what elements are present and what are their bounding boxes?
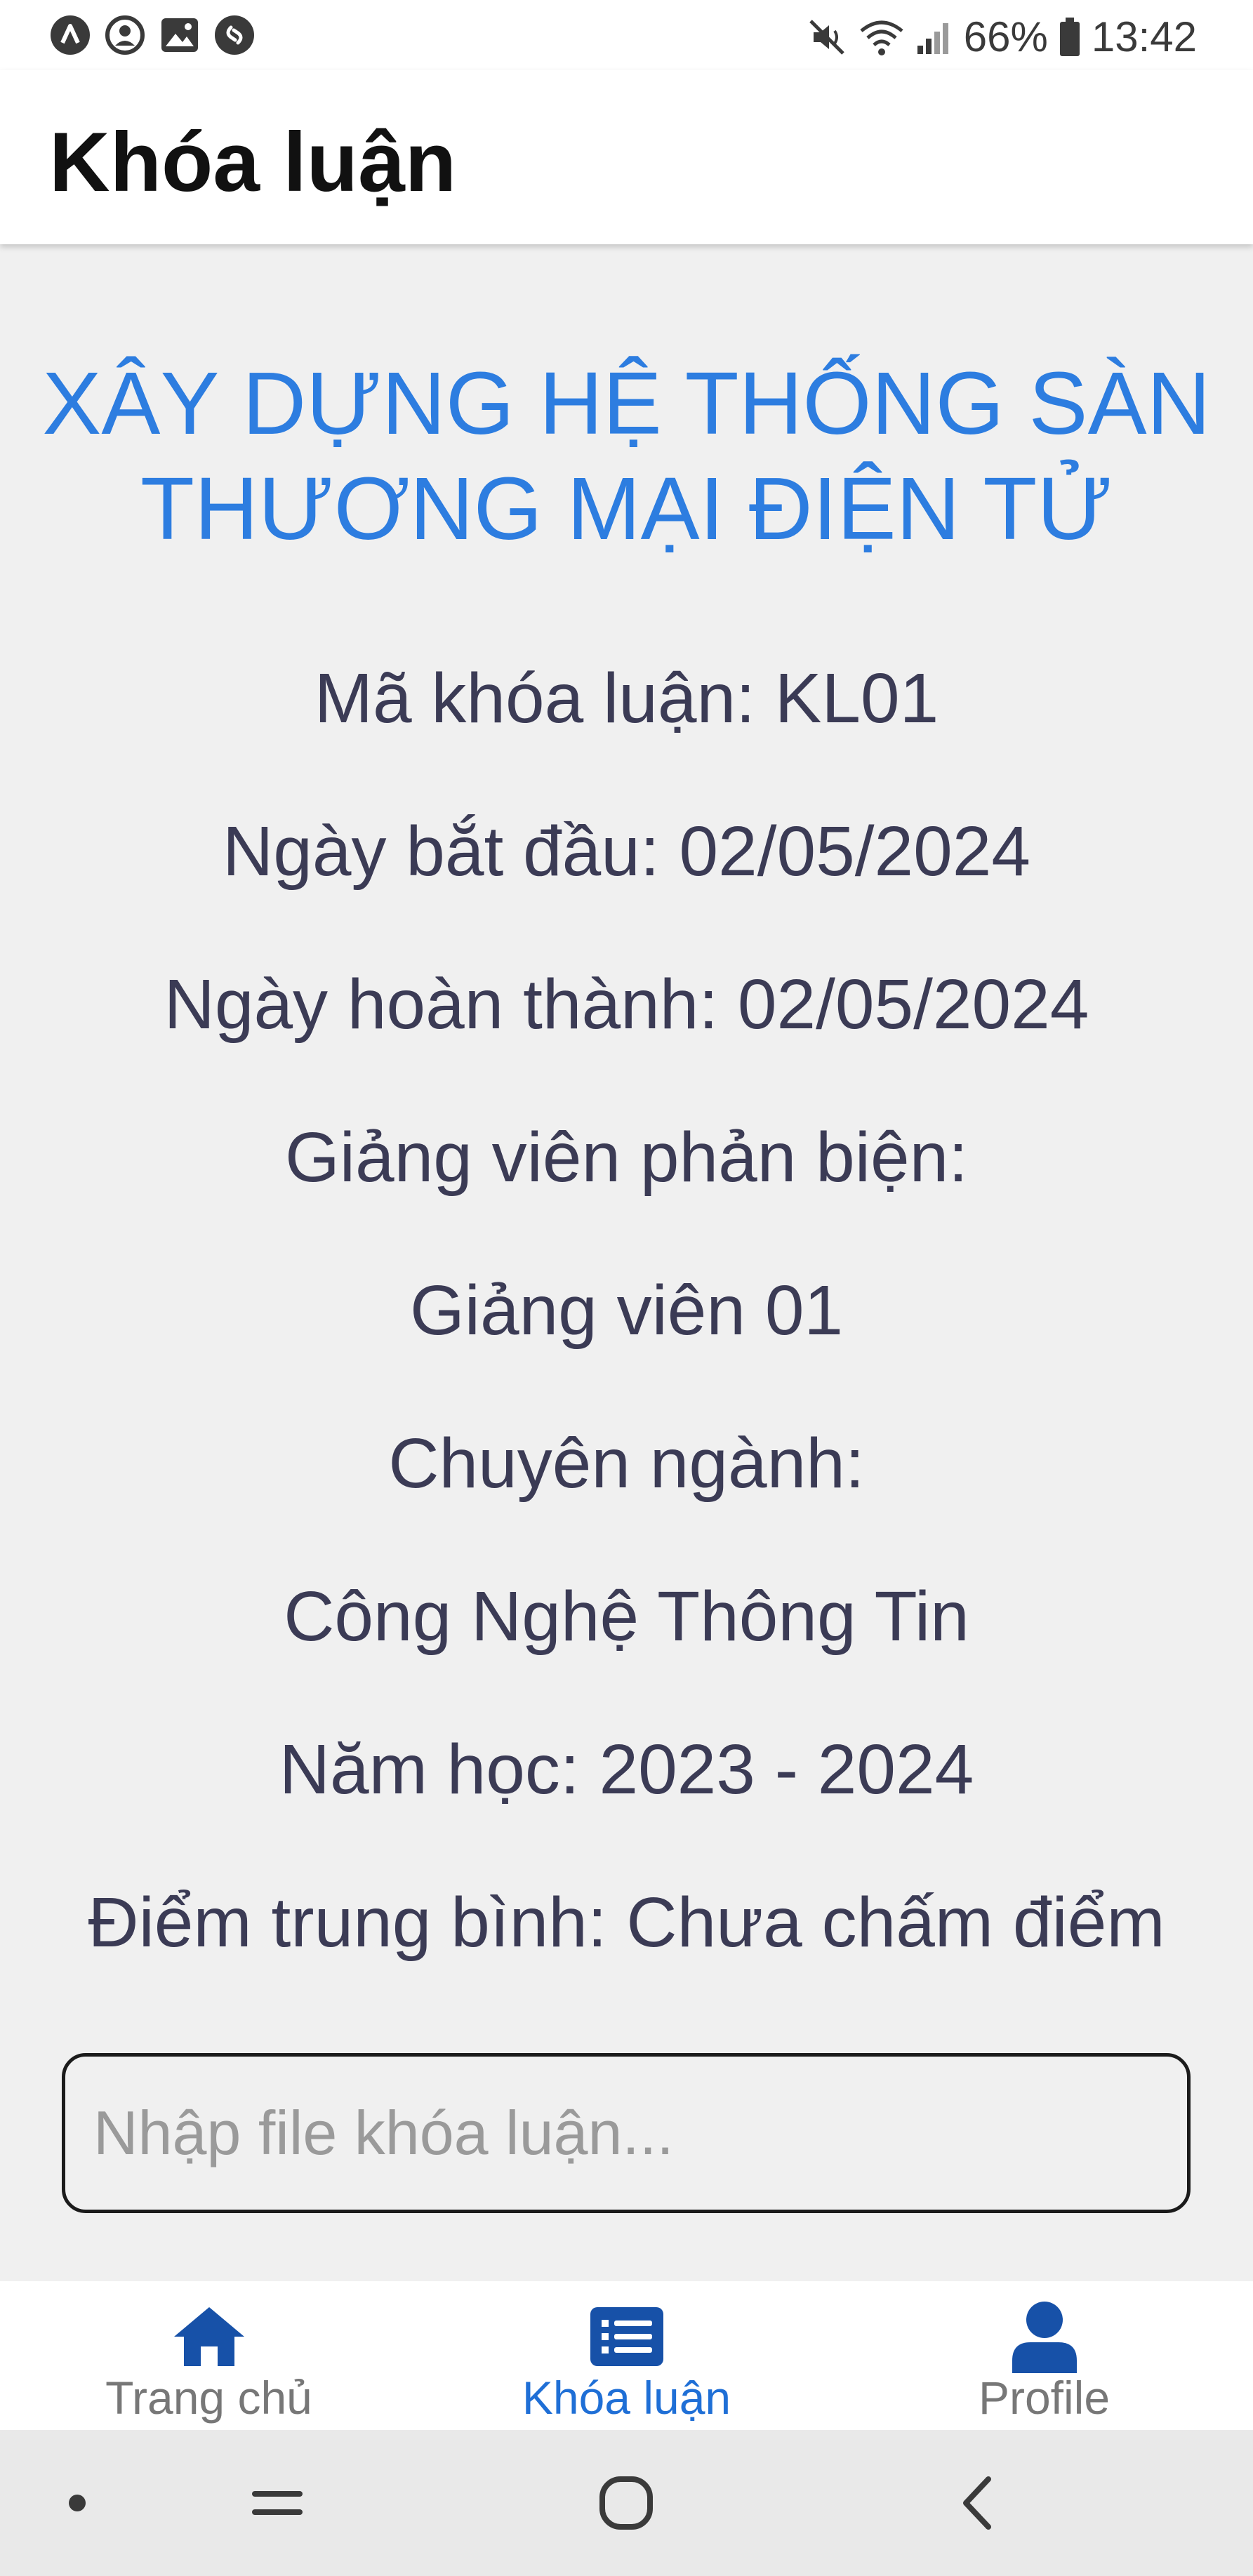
reviewer-name: Giảng viên 01 xyxy=(409,1271,844,1350)
shazam-icon xyxy=(213,14,256,56)
completion-date: Ngày hoàn thành: 02/05/2024 xyxy=(164,965,1089,1044)
system-nav-bar xyxy=(0,2430,1253,2576)
nav-item-thesis[interactable]: Khóa luận xyxy=(418,2281,835,2430)
nav-item-profile[interactable]: Profile xyxy=(835,2281,1253,2430)
thesis-title: XÂY DỰNG HỆ THỐNG SÀN THƯƠNG MẠI ĐIỆN TỬ xyxy=(42,351,1211,562)
nav-label-home: Trang chủ xyxy=(105,2372,312,2424)
nav-label-thesis: Khóa luận xyxy=(522,2372,731,2424)
person-icon xyxy=(1006,2298,1083,2375)
app-icon xyxy=(49,14,91,56)
school-year: Năm học: 2023 - 2024 xyxy=(279,1730,974,1809)
bottom-nav: Trang chủ Khóa luận Profile xyxy=(0,2281,1253,2430)
account-icon xyxy=(104,14,146,56)
major-name: Công Nghệ Thông Tin xyxy=(284,1577,969,1656)
battery-icon xyxy=(1059,17,1080,57)
signal-icon xyxy=(916,19,953,55)
home-circle-icon[interactable] xyxy=(570,2430,682,2576)
thesis-title-line2: THƯƠNG MẠI ĐIỆN TỬ xyxy=(140,459,1113,558)
dot-icon[interactable] xyxy=(21,2430,133,2576)
nav-item-home[interactable]: Trang chủ xyxy=(0,2281,418,2430)
reviewer-label: Giảng viên phản biện: xyxy=(285,1118,968,1197)
status-bar: 66% 13:42 xyxy=(0,0,1253,70)
home-icon xyxy=(171,2298,248,2375)
page-title: Khóa luận xyxy=(49,115,457,209)
thesis-detail: XÂY DỰNG HỆ THỐNG SÀN THƯƠNG MẠI ĐIỆN TỬ… xyxy=(0,246,1253,2281)
app-bar: Khóa luận xyxy=(0,70,1253,244)
nav-label-profile: Profile xyxy=(978,2372,1111,2424)
recent-apps-icon[interactable] xyxy=(221,2430,333,2576)
thesis-title-line1: XÂY DỰNG HỆ THỐNG SÀN xyxy=(42,354,1211,453)
back-icon[interactable] xyxy=(921,2430,1033,2576)
battery-percent: 66% xyxy=(963,13,1048,60)
thesis-file-input[interactable] xyxy=(62,2053,1191,2213)
clock: 13:42 xyxy=(1091,13,1197,60)
wifi-icon xyxy=(858,17,905,58)
list-icon xyxy=(588,2298,665,2375)
major-label: Chuyên ngành: xyxy=(388,1424,865,1503)
image-icon xyxy=(159,14,201,56)
status-right-icons: 66% 13:42 xyxy=(807,13,1197,61)
start-date: Ngày bắt đầu: 02/05/2024 xyxy=(223,812,1030,891)
thesis-code: Mã khóa luận: KL01 xyxy=(314,659,939,738)
mute-icon xyxy=(807,17,847,58)
average-score: Điểm trung bình: Chưa chấm điểm xyxy=(88,1883,1165,1962)
status-left-icons xyxy=(49,14,256,56)
